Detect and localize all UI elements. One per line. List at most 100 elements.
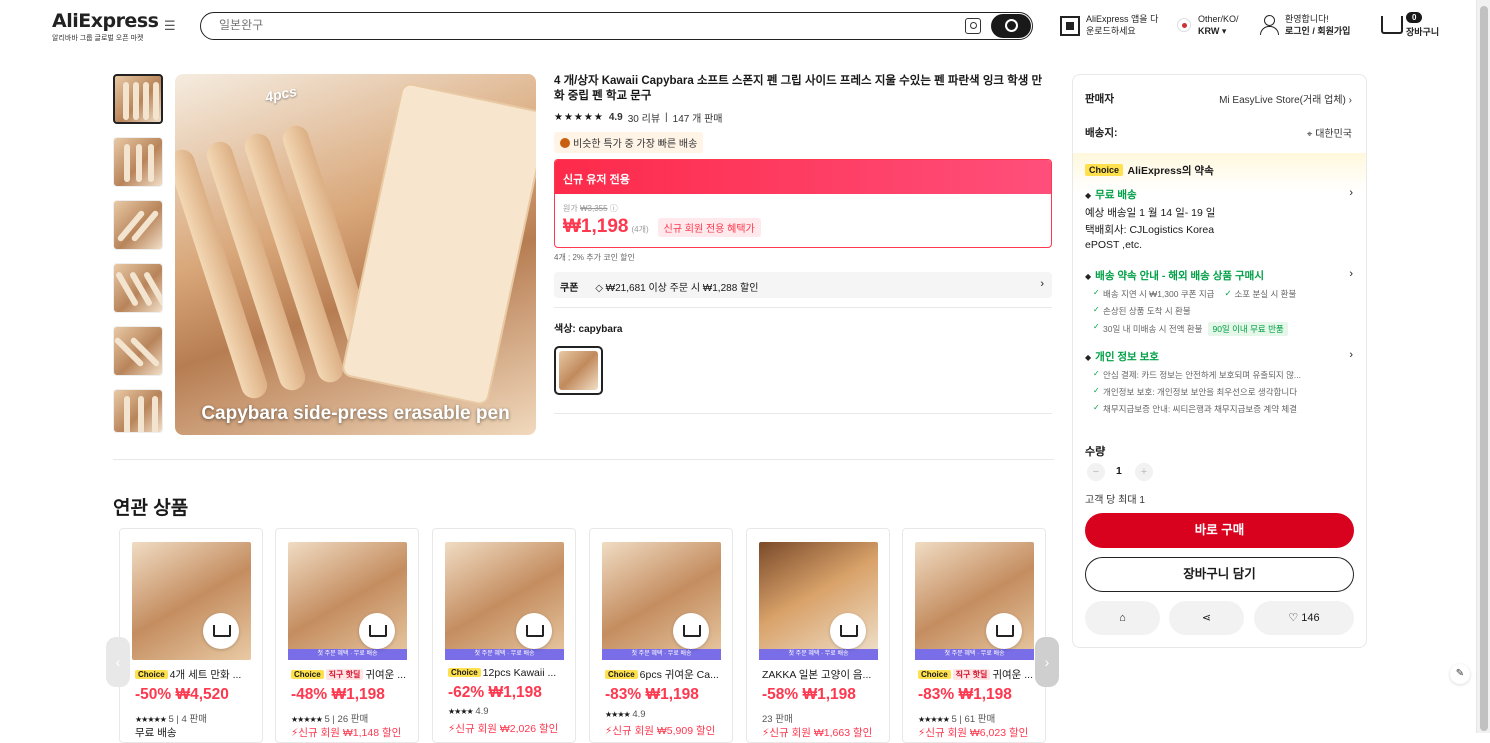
coin-discount-note: 4개 ; 2% 추가 코인 할인 — [554, 253, 635, 262]
account-link[interactable]: 환영합니다! 로그인 / 회원가입 — [1285, 13, 1350, 37]
carousel-next-button[interactable]: › — [1035, 637, 1059, 687]
chevron-right-icon: › — [1040, 278, 1044, 290]
thumbnail-1[interactable] — [113, 74, 163, 124]
hot-deal-badge: 직구 핫딜 — [952, 669, 991, 680]
card-title-text: 4개 세트 만화 ... — [169, 669, 242, 681]
ship-to-value[interactable]: ⌖ 대한민국 — [1307, 125, 1352, 140]
main-product-image[interactable]: 4pcs Capybara side-press erasable pen — [175, 74, 536, 435]
carrier-line2: ePOST ,etc. — [1085, 239, 1142, 251]
search-button[interactable] — [991, 14, 1031, 38]
download-app-link[interactable]: AliExpress 앱을 다 운로드하세요 — [1086, 13, 1158, 37]
add-to-cart-button[interactable]: 장바구니 담기 — [1085, 557, 1354, 592]
free-return-pill: 90일 이내 무료 반품 — [1208, 322, 1288, 336]
promise-3: 30일 내 미배송 시 전액 환불 — [1103, 324, 1203, 334]
image-caption: Capybara side-press erasable pen — [201, 403, 510, 424]
color-swatch-capybara[interactable] — [554, 346, 603, 395]
add-to-cart-icon[interactable] — [830, 613, 866, 649]
review-count[interactable]: 30 리뷰 — [628, 110, 660, 125]
free-shipping-title: 무료 배송 — [1085, 187, 1353, 202]
choice-badge: Choice — [918, 670, 951, 679]
delivery-promise-section[interactable]: 배송 약속 안내 - 해외 배송 상품 구매시 › 배송 지연 시 ₩1,300… — [1085, 268, 1353, 336]
aliexpress-logo[interactable]: AliExpress 알리바바 그룹 글로벌 오픈 마켓 — [52, 10, 159, 43]
currency-label: KRW ▾ — [1198, 26, 1227, 36]
sale-price: ₩1,198 — [563, 216, 629, 237]
related-products-heading: 연관 상품 — [113, 498, 189, 519]
star-rating-icon: ★★★★★ — [135, 715, 167, 724]
wishlist-button[interactable]: ♡ 146 — [1254, 601, 1354, 635]
product-card[interactable]: 첫 주문 혜택 · 무료 배송 Choice 6pcs 귀여운 Ca... -83… — [589, 528, 733, 743]
card-title: Choice 6pcs 귀여운 Ca... — [605, 667, 721, 682]
star-rating-icon: ★★★★ — [448, 707, 474, 716]
promo-strip: 첫 주문 혜택 · 무료 배송 — [602, 649, 721, 660]
add-to-cart-icon[interactable] — [516, 613, 552, 649]
thumbnail-2[interactable] — [113, 137, 163, 187]
thumbnail-3[interactable] — [113, 200, 163, 250]
add-to-cart-icon[interactable] — [203, 613, 239, 649]
chevron-right-icon: › — [1349, 187, 1353, 199]
card-stats: ★★★★★ 5 | 61 판매 — [918, 711, 995, 725]
card-title: Choice 직구 핫딜 귀여운 ... — [918, 667, 1034, 682]
card-new-user-discount: ⚡신규 회원 ₩5,909 할인 — [605, 725, 716, 737]
orig-label: 원가 — [563, 204, 578, 213]
add-to-cart-icon[interactable] — [359, 613, 395, 649]
top-header: AliExpress 알리바바 그룹 글로벌 오픈 마켓 ☰ AliExpres… — [0, 0, 1476, 52]
logo-text: AliExpress — [52, 10, 159, 32]
edit-pencil-icon[interactable]: ✎ — [1450, 664, 1470, 684]
card-price: -48% ₩1,198 — [291, 686, 385, 703]
hamburger-menu-icon[interactable]: ☰ — [164, 18, 176, 34]
quantity-value[interactable]: 1 — [1116, 465, 1122, 477]
card-stats: 23 판매 — [762, 711, 793, 725]
cart-label[interactable]: 장바구니 — [1406, 26, 1439, 38]
thumbnail-4[interactable] — [113, 263, 163, 313]
cart-icon[interactable] — [1381, 16, 1403, 34]
privacy-title: 개인 정보 보호 — [1085, 349, 1353, 364]
promise-item: 배송 지연 시 ₩1,300 쿠폰 지급 소포 분실 시 환불 — [1085, 288, 1353, 300]
promo-strip: 첫 주문 혜택 · 무료 배송 — [445, 649, 564, 660]
card-stats: ★★★★ 4.9 — [448, 706, 489, 717]
star-rating-icon: ★★★★★ — [918, 715, 950, 724]
product-card[interactable]: 첫 주문 혜택 · 무료 배송 ZAKKA 일본 고양이 음... -58% ₩… — [746, 528, 890, 743]
product-card[interactable]: 첫 주문 혜택 · 무료 배송 Choice 직구 핫딜 귀여운 ... -83% … — [902, 528, 1046, 743]
vertical-scrollbar[interactable] — [1476, 0, 1490, 733]
info-icon[interactable]: ⓘ — [610, 204, 618, 213]
share-button[interactable]: ⋖ — [1169, 601, 1244, 635]
card-stat-text: 4.9 — [475, 706, 489, 717]
privacy-item: 개인정보 보호: 개인정보 보안을 최우선으로 생각합니다 — [1085, 386, 1353, 398]
privacy-section[interactable]: 개인 정보 보호 › 안심 결제: 카드 정보는 안전하게 보호되며 유출되지 … — [1085, 349, 1353, 415]
search-input[interactable] — [219, 18, 919, 32]
pen-box-graphic — [340, 81, 536, 407]
rating-value: 4.9 — [608, 112, 623, 123]
free-shipping-section[interactable]: 무료 배송 › 예상 배송일 1 월 14 일- 19 일 택배회사: CJLo… — [1085, 187, 1353, 253]
choice-badge: Choice — [291, 670, 324, 679]
thumbnail-6[interactable] — [113, 389, 163, 433]
scrollbar-thumb[interactable] — [1480, 6, 1488, 731]
seller-row[interactable]: 판매자 Mi EasyLive Store(거래 업체) › — [1085, 91, 1352, 106]
buy-now-button[interactable]: 바로 구매 — [1085, 513, 1354, 548]
add-to-cart-icon[interactable] — [673, 613, 709, 649]
camera-search-icon[interactable] — [965, 18, 981, 34]
carousel-prev-button[interactable]: ‹ — [106, 637, 130, 687]
user-icon[interactable] — [1259, 15, 1279, 35]
card-title-text: 6pcs 귀여운 Ca... — [639, 669, 719, 681]
product-card[interactable]: 첫 주문 혜택 · 무료 배송 Choice 12pcs Kawaii ... -… — [432, 528, 576, 743]
product-card[interactable]: Choice 4개 세트 만화 ... -50% ₩4,520 ★★★★★ 5 |… — [119, 528, 263, 743]
increase-button[interactable]: + — [1135, 463, 1153, 481]
hot-deal-badge: 직구 핫딜 — [325, 669, 364, 680]
login-signup-text: 로그인 / 회원가입 — [1285, 26, 1351, 36]
ship-to-row[interactable]: 배송지: ⌖ 대한민국 — [1085, 125, 1352, 140]
add-to-cart-icon[interactable] — [986, 613, 1022, 649]
card-stat-text: 4.9 — [632, 709, 646, 720]
privacy-item: 채무지급보증 안내: 씨티은행과 채무지급보증 계약 체결 — [1085, 403, 1353, 415]
store-icon: ⌂ — [1119, 612, 1126, 624]
seller-name[interactable]: Mi EasyLive Store(거래 업체) › — [1219, 91, 1352, 106]
qr-code-icon[interactable] — [1060, 16, 1080, 36]
rating-row: ★★★★★ 4.9 30 리뷰 | 147 개 판매 — [554, 110, 1052, 125]
store-button[interactable]: ⌂ — [1085, 601, 1160, 635]
thumbnail-5[interactable] — [113, 326, 163, 376]
coupon-row[interactable]: 쿠폰 ◇ ₩21,681 이상 주문 시 ₩1,288 할인 › — [554, 272, 1052, 298]
welcome-text: 환영합니다! — [1285, 14, 1329, 24]
region-selector[interactable]: Other/KO/ KRW ▾ — [1198, 13, 1239, 37]
product-title: 4 개/상자 Kawaii Capybara 소프트 스폰지 펜 그립 사이드 … — [554, 75, 1043, 102]
decrease-button[interactable]: − — [1087, 463, 1105, 481]
product-card[interactable]: 첫 주문 혜택 · 무료 배송 Choice 직구 핫딜 귀여운 ... -48% … — [275, 528, 419, 743]
